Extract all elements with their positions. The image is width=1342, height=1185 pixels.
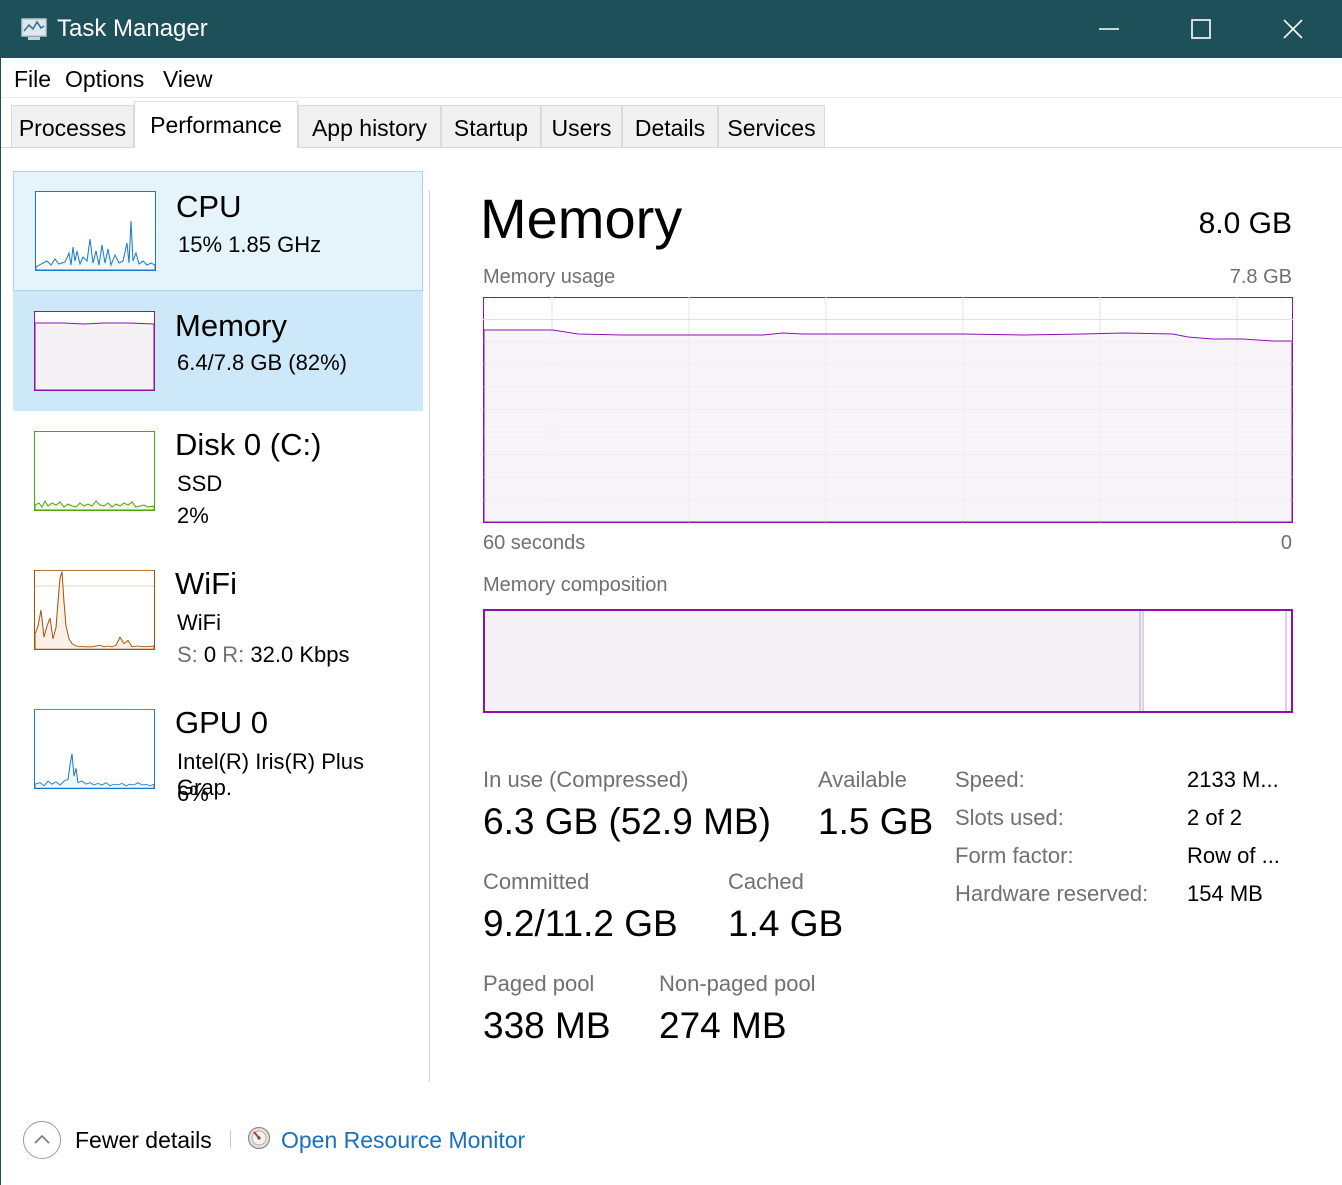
cpu-thumbnail-graph (35, 191, 156, 271)
tab-users[interactable]: Users (541, 105, 622, 147)
memory-total: 8.0 GB (1198, 207, 1292, 240)
memory-thumbnail-graph (34, 311, 155, 391)
tab-processes[interactable]: Processes (11, 105, 134, 147)
memory-summary: 6.4/7.8 GB (82%) (177, 350, 347, 375)
maximize-button[interactable] (1155, 0, 1247, 58)
hardware-reserved-label: Hardware reserved: (955, 881, 1149, 906)
memory-composition-bar (483, 609, 1293, 713)
wifi-send-label: S: (177, 642, 198, 667)
form-factor-label: Form factor: (955, 843, 1074, 868)
cached-label: Cached (728, 869, 804, 894)
disk-usage: 2% (177, 503, 209, 528)
slots-used-label: Slots used: (955, 805, 1064, 830)
tab-details[interactable]: Details (622, 105, 718, 147)
close-icon (1283, 19, 1303, 39)
speed-label: Speed: (955, 767, 1025, 792)
tab-services[interactable]: Services (718, 105, 825, 147)
footer-bar: Fewer details Open Resource Monitor (1, 1108, 1342, 1185)
menu-bar: File Options View (1, 58, 1342, 98)
wifi-thumbnail-graph (34, 570, 155, 650)
minimize-button[interactable] (1063, 0, 1155, 58)
memory-usage-graph (483, 297, 1293, 523)
in-use-label: In use (Compressed) (483, 767, 689, 792)
window-title: Task Manager (57, 15, 208, 42)
speed-value: 2133 M... (1187, 767, 1279, 792)
available-label: Available (818, 767, 907, 792)
resource-sidebar: CPU 15% 1.85 GHz Memory 6.4/7.8 GB (82%)… (13, 170, 425, 1080)
wifi-send-value: 0 (203, 642, 217, 667)
chevron-up-icon (34, 1134, 50, 1144)
tab-strip: Processes Performance App history Startu… (1, 98, 1342, 148)
cached-value: 1.4 GB (728, 903, 844, 944)
cpu-label: CPU (176, 189, 242, 224)
fewer-details-button[interactable] (23, 1121, 61, 1159)
wifi-recv-value: 32.0 Kbps (250, 642, 350, 667)
memory-usage-max: 7.8 GB (1229, 266, 1292, 288)
panel-divider (429, 190, 430, 1082)
wifi-label: WiFi (175, 566, 237, 601)
close-button[interactable] (1247, 0, 1339, 58)
memory-usage-label: Memory usage (483, 266, 616, 288)
hardware-reserved-value: 154 MB (1187, 881, 1263, 906)
available-value: 1.5 GB (818, 801, 934, 842)
disk-thumbnail-graph (34, 431, 155, 511)
maximize-icon (1191, 19, 1211, 39)
wifi-adapter: WiFi (177, 610, 221, 635)
committed-label: Committed (483, 869, 590, 894)
time-axis-left: 60 seconds (483, 532, 586, 554)
in-use-value: 6.3 GB (52.9 MB) (483, 801, 771, 842)
fewer-details-link[interactable]: Fewer details (75, 1127, 212, 1154)
open-resource-monitor-link[interactable]: Open Resource Monitor (281, 1127, 525, 1154)
title-bar[interactable]: Task Manager (1, 0, 1342, 58)
slots-used-value: 2 of 2 (1187, 805, 1243, 830)
gpu-label: GPU 0 (175, 705, 269, 740)
minimize-icon (1099, 28, 1119, 30)
tab-performance[interactable]: Performance (134, 101, 298, 148)
sidebar-item-gpu[interactable]: GPU 0 Intel(R) Iris(R) Plus Grap. 6% (13, 689, 423, 809)
page-title: Memory (480, 187, 683, 250)
time-axis-right: 0 (1280, 532, 1292, 554)
sidebar-item-disk[interactable]: Disk 0 (C:) SSD 2% (13, 411, 423, 531)
cpu-summary: 15% 1.85 GHz (178, 232, 322, 257)
memory-composition-label: Memory composition (483, 574, 668, 596)
sidebar-item-wifi[interactable]: WiFi WiFi S: 0 R: 32.0 Kbps (13, 550, 423, 670)
menu-view[interactable]: View (163, 66, 212, 93)
tab-startup[interactable]: Startup (441, 105, 541, 147)
paged-pool-label: Paged pool (483, 971, 595, 996)
wifi-throughput: S: 0 R: 32.0 Kbps (177, 642, 350, 668)
non-paged-pool-label: Non-paged pool (659, 971, 816, 996)
gpu-model: Intel(R) Iris(R) Plus Grap. (177, 749, 365, 800)
disk-label: Disk 0 (C:) (175, 427, 322, 462)
wifi-recv-label: R: (222, 642, 245, 667)
sidebar-item-memory[interactable]: Memory 6.4/7.8 GB (82%) (13, 291, 423, 411)
menu-options[interactable]: Options (65, 66, 144, 93)
task-manager-window: Task Manager File Options View Processes… (0, 0, 1342, 1185)
task-manager-icon (21, 18, 47, 40)
paged-pool-value: 338 MB (483, 1005, 611, 1046)
resource-monitor-icon (247, 1126, 271, 1150)
memory-label: Memory (175, 308, 287, 343)
tab-app-history[interactable]: App history (298, 105, 441, 147)
non-paged-pool-value: 274 MB (659, 1005, 787, 1046)
form-factor-value: Row of ... (1187, 843, 1280, 868)
disk-type: SSD (177, 471, 223, 496)
gpu-thumbnail-graph (34, 709, 155, 789)
gpu-usage: 6% (177, 781, 209, 806)
committed-value: 9.2/11.2 GB (483, 903, 678, 944)
footer-divider (230, 1130, 231, 1148)
sidebar-item-cpu[interactable]: CPU 15% 1.85 GHz (13, 171, 423, 291)
menu-file[interactable]: File (14, 66, 51, 93)
